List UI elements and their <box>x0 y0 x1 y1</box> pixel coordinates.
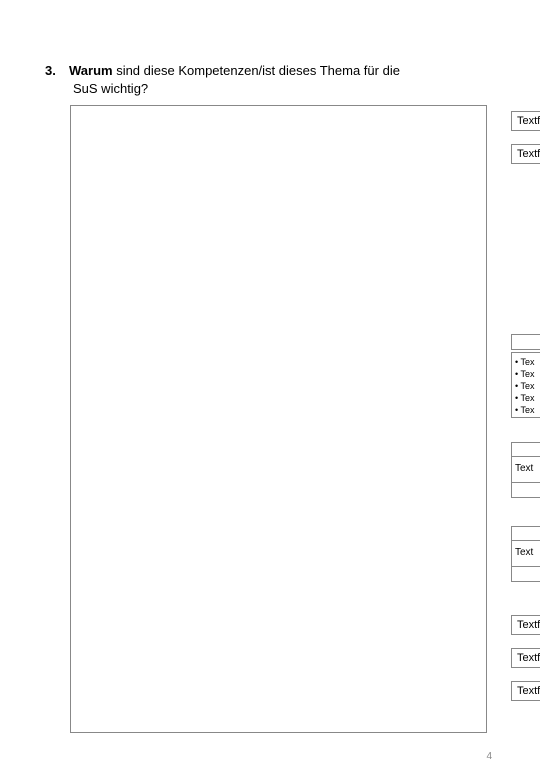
side-text-stack-2: Text <box>511 526 540 582</box>
bullet-item: Tex <box>515 356 540 368</box>
page-number: 4 <box>486 751 492 762</box>
question-number: 3. <box>45 62 69 80</box>
stack-mid-label[interactable]: Text <box>511 457 540 483</box>
stack-bottom <box>511 567 540 582</box>
question-bold-word: Warum <box>69 63 113 78</box>
side-textfield-2[interactable]: Textfel <box>511 144 540 164</box>
stack-bottom <box>511 483 540 498</box>
main-answer-textarea[interactable] <box>70 105 487 733</box>
stack-top <box>511 442 540 457</box>
bullet-item: Tex <box>515 368 540 380</box>
stack-mid-label[interactable]: Text <box>511 541 540 567</box>
side-textfield-5[interactable]: Textf <box>511 681 540 701</box>
side-textfield-1[interactable]: Textfel <box>511 111 540 131</box>
question-text-part1: sind diese Kompetenzen/ist dieses Thema … <box>113 63 400 78</box>
question-header: 3.Warum sind diese Kompetenzen/ist diese… <box>45 62 465 97</box>
bullet-item: Tex <box>515 404 540 416</box>
side-bullet-list: Tex Tex Tex Tex Tex <box>511 352 540 418</box>
side-textfield-4[interactable]: Textf <box>511 648 540 668</box>
side-text-stack-1: Text <box>511 442 540 498</box>
stack-top <box>511 526 540 541</box>
bullet-item: Tex <box>515 392 540 404</box>
side-empty-header <box>511 334 540 350</box>
question-text-line2: SuS wichtig? <box>45 80 465 98</box>
side-textfield-3[interactable]: Textf <box>511 615 540 635</box>
bullet-item: Tex <box>515 380 540 392</box>
